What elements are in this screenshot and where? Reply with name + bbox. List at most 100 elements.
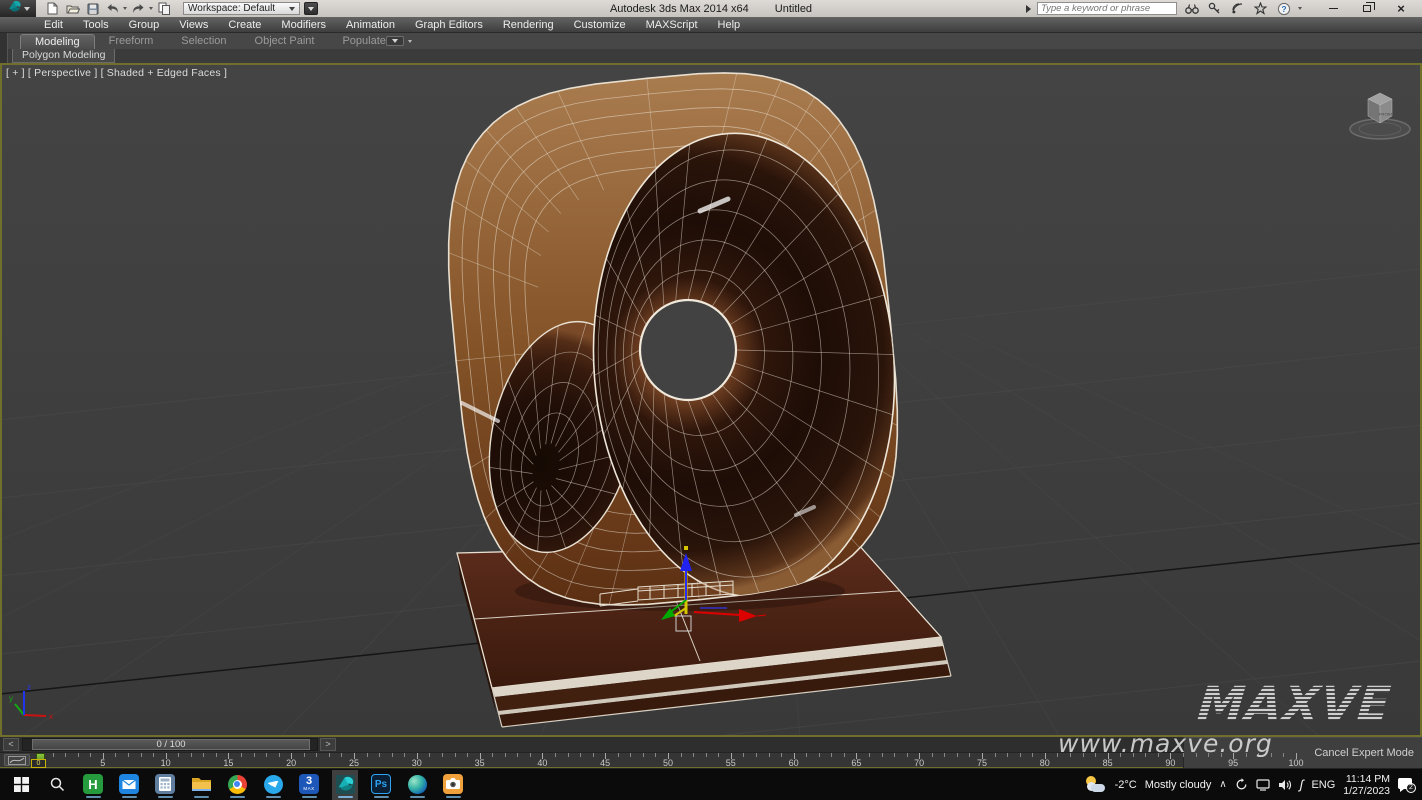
redo-dropdown-icon[interactable] [149,7,153,10]
svg-text:?: ? [1281,4,1286,14]
workspace-menu-button[interactable] [304,2,318,15]
app-title: Autodesk 3ds Max 2014 x64 [610,3,749,15]
ribbon-grip[interactable] [0,33,8,63]
help-dropdown-icon[interactable] [1298,7,1302,10]
document-title: Untitled [775,3,812,15]
ribbon-minimize-dropdown-icon[interactable] [408,40,412,43]
menu-customize[interactable]: Customize [564,17,636,33]
ribbon-panel-row: Polygon Modeling [0,49,1422,63]
ribbon-tab-strip: ModelingFreeformSelectionObject PaintPop… [0,33,1422,49]
search-input[interactable] [1037,2,1177,15]
viewport-canvas: x y z FRONT [0,63,1422,737]
title-bar: Workspace: Default Autodesk 3ds Max 2014… [0,0,1422,17]
mail-icon[interactable] [116,770,142,800]
view-cube[interactable]: FRONT [1350,93,1410,139]
subscription-key-icon[interactable] [1206,1,1223,16]
communication-center-icon[interactable] [1229,1,1246,16]
workspace-selector[interactable]: Workspace: Default [183,2,300,15]
time-slider-track[interactable]: 0 / 100 [22,738,318,751]
sync-circle-icon[interactable] [1235,778,1248,791]
viewcube-front-label: FRONT [1379,112,1393,117]
svg-text:y: y [9,694,13,703]
ribbon-minimize-icon [392,39,398,43]
taskbar-search-button[interactable] [44,770,70,800]
menu-maxscript[interactable]: MAXScript [636,17,708,33]
infocenter-collapse-icon[interactable] [1026,5,1031,13]
previous-frame-button[interactable]: < [3,738,19,751]
restore-button[interactable] [1358,2,1376,16]
menu-edit[interactable]: Edit [34,17,73,33]
calculator-icon[interactable] [152,770,178,800]
fetch-clone-button[interactable] [156,1,173,16]
search-binoculars-icon[interactable] [1183,1,1200,16]
weather-temperature[interactable]: -2°C [1115,779,1137,791]
time-slider-handle[interactable]: 0 / 100 [32,739,310,750]
system-tray: -2°C Mostly cloudy ∧ ʃ ENG 11:14 PM 1/27… [1083,773,1422,797]
pen-icon[interactable]: ʃ [1300,777,1304,792]
taskbar-clock[interactable]: 11:14 PM 1/27/2023 [1343,773,1390,797]
notification-badge: 2 [1406,783,1416,793]
new-file-button[interactable] [44,1,61,16]
app-menu-dropdown-icon [24,7,30,11]
tray-expand-chevron[interactable]: ∧ [1219,779,1226,790]
workspace-dropdown-icon [289,7,295,11]
menu-animation[interactable]: Animation [336,17,405,33]
notification-center-icon[interactable]: 2 [1398,777,1416,793]
perspective-viewport[interactable]: x y z FRONT [ + ] [ Perspective ] [ Shad… [0,63,1422,737]
viewport-label[interactable]: [ + ] [ Perspective ] [ Shaded + Edged F… [6,67,227,79]
ribbon-tab-freeform[interactable]: Freeform [95,34,168,49]
menu-help[interactable]: Help [708,17,751,33]
close-button[interactable]: × [1392,2,1410,16]
telegram-icon[interactable] [260,770,286,800]
menu-graph-editors[interactable]: Graph Editors [405,17,493,33]
3ds-max-window: Workspace: Default Autodesk 3ds Max 2014… [0,0,1422,800]
file-explorer-icon[interactable] [188,770,214,800]
windows-taskbar: H 3MAX Ps -2°C Mostly [0,768,1422,800]
help-icon[interactable]: ? [1275,1,1292,16]
open-mini-curve-editor-button[interactable] [4,754,30,766]
network-display-icon[interactable] [1256,779,1270,791]
menu-group[interactable]: Group [119,17,170,33]
undo-button[interactable] [104,1,121,16]
minimize-button[interactable] [1324,2,1342,16]
chrome-icon[interactable] [224,770,250,800]
workspace-label: Workspace: Default [188,3,275,14]
ribbon-minimize-control[interactable] [386,36,412,46]
start-button[interactable] [8,770,34,800]
clock-date: 1/27/2023 [1343,785,1390,797]
undo-dropdown-icon[interactable] [123,7,127,10]
svg-text:z: z [27,683,31,692]
screenshot-camera-icon[interactable] [440,770,466,800]
menu-modifiers[interactable]: Modifiers [271,17,336,33]
edge-icon[interactable] [404,770,430,800]
3ds-max-running-icon[interactable] [332,770,358,800]
maxve-watermark: MAXVE [1195,677,1394,732]
save-file-button[interactable] [84,1,101,16]
3ds-max-shortcut-icon[interactable]: 3MAX [296,770,322,800]
application-menu-button[interactable] [0,0,36,17]
menu-bar: EditToolsGroupViewsCreateModifiersAnimat… [0,17,1422,33]
weather-icon[interactable] [1083,775,1107,795]
current-frame-slider[interactable] [36,753,45,765]
quick-access-toolbar [44,1,173,16]
h-app-icon[interactable]: H [80,770,106,800]
menu-views[interactable]: Views [169,17,218,33]
3ds-max-logo-icon [7,0,22,18]
redo-button[interactable] [130,1,147,16]
favorites-star-icon[interactable] [1252,1,1269,16]
menu-rendering[interactable]: Rendering [493,17,564,33]
next-frame-button[interactable]: > [320,738,336,751]
menu-create[interactable]: Create [218,17,271,33]
clock-time: 11:14 PM [1346,773,1390,785]
svg-text:x: x [49,712,53,721]
photoshop-icon[interactable]: Ps [368,770,394,800]
weather-condition[interactable]: Mostly cloudy [1145,779,1212,791]
volume-icon[interactable] [1278,779,1292,791]
ribbon-tab-modeling[interactable]: Modeling [20,34,95,49]
language-indicator[interactable]: ENG [1311,779,1335,791]
panel-tab-polygon-modeling[interactable]: Polygon Modeling [12,49,115,63]
ribbon-tab-selection[interactable]: Selection [167,34,240,49]
ribbon-tab-object-paint[interactable]: Object Paint [241,34,329,49]
open-file-button[interactable] [64,1,81,16]
menu-tools[interactable]: Tools [73,17,119,33]
